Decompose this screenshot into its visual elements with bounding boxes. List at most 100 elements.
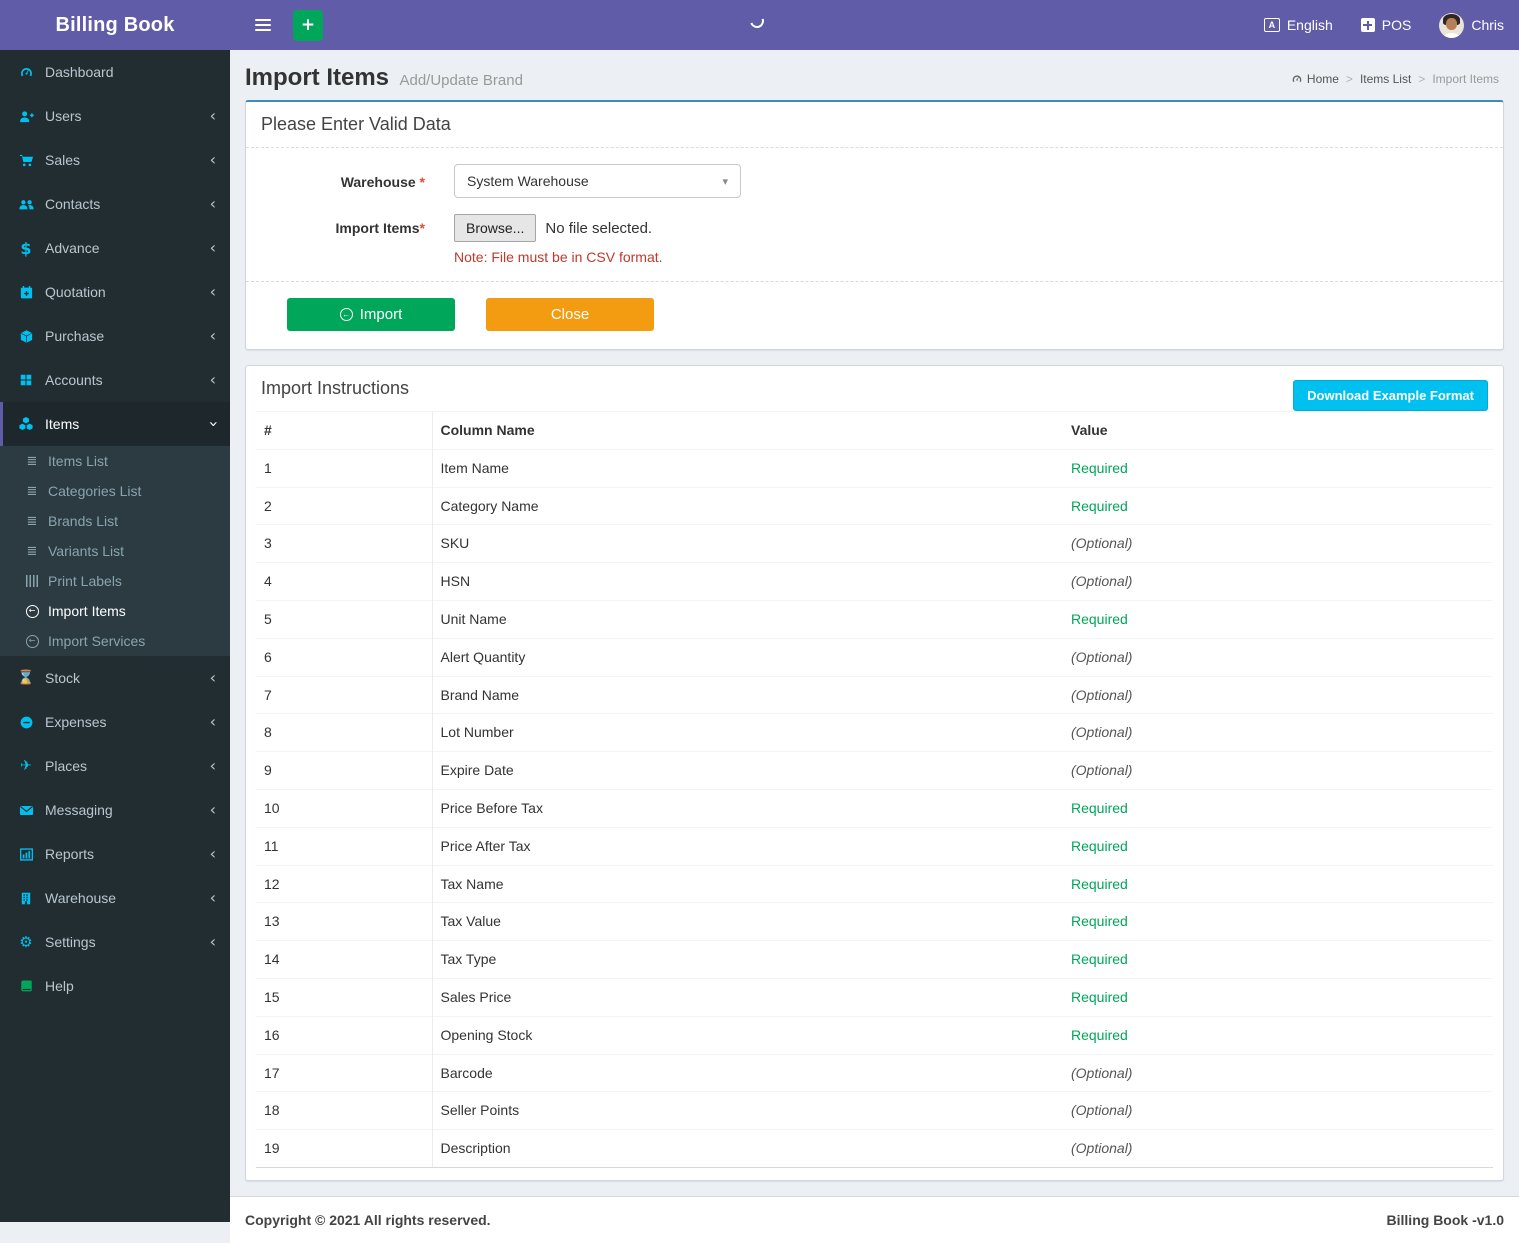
content-header: Import Items Add/Update Brand Home > Ite…	[230, 50, 1519, 92]
table-row: 16Opening StockRequired	[256, 1016, 1493, 1054]
warehouse-field-row: Warehouse * System Warehouse ▾	[246, 164, 1503, 198]
sidebar-item-import-services[interactable]: ← Import Services	[0, 626, 230, 656]
sidebar-item-advance[interactable]: $ Advance ‹	[0, 226, 230, 270]
import-form-panel: Please Enter Valid Data Warehouse * Syst…	[245, 100, 1504, 350]
instructions-table: # Column Name Value 1Item NameRequired 2…	[256, 411, 1493, 1168]
home-gauge-icon	[1291, 73, 1303, 85]
avatar	[1439, 13, 1464, 38]
quick-add-button[interactable]: +	[293, 10, 323, 41]
list-icon: ≣	[22, 514, 42, 529]
sidebar-item-items-list[interactable]: ≣ Items List	[0, 446, 230, 476]
import-file-row: Import Items* Browse... No file selected…	[246, 214, 1503, 265]
breadcrumb-items-list[interactable]: Items List	[1360, 72, 1411, 86]
table-row: 5Unit NameRequired	[256, 600, 1493, 638]
sidebar-item-import-items[interactable]: ← Import Items	[0, 596, 230, 626]
cube-icon	[15, 329, 37, 344]
grid-icon	[15, 373, 37, 387]
close-button[interactable]: Close	[486, 298, 654, 331]
sidebar-item-label: Places	[45, 758, 87, 774]
sidebar-item-categories-list[interactable]: ≣ Categories List	[0, 476, 230, 506]
import-button[interactable]: ← Import	[287, 298, 455, 331]
sidebar-item-settings[interactable]: ⚙ Settings ‹	[0, 920, 230, 964]
browse-file-button[interactable]: Browse...	[454, 214, 536, 242]
sidebar-item-messaging[interactable]: Messaging ‹	[0, 788, 230, 832]
sidebar-item-label: Settings	[45, 934, 96, 950]
sidebar-item-warehouse[interactable]: Warehouse ‹	[0, 876, 230, 920]
breadcrumb-home[interactable]: Home	[1291, 72, 1339, 86]
value-badge: (Optional)	[1063, 752, 1493, 790]
cart-icon	[15, 153, 37, 168]
table-row: 14Tax TypeRequired	[256, 941, 1493, 979]
arrow-circle-icon: ←	[340, 308, 353, 321]
footer: Copyright © 2021 All rights reserved. Bi…	[230, 1196, 1519, 1243]
sidebar-item-reports[interactable]: Reports ‹	[0, 832, 230, 876]
hourglass-icon: ⌛	[15, 670, 37, 686]
download-example-format-button[interactable]: Download Example Format	[1293, 380, 1488, 411]
sidebar-item-expenses[interactable]: Expenses ‹	[0, 700, 230, 744]
arrow-circle-icon: ←	[22, 635, 42, 648]
warehouse-select[interactable]: System Warehouse ▾	[454, 164, 741, 198]
sidebar-toggle-button[interactable]	[245, 0, 285, 50]
sidebar-item-brands-list[interactable]: ≣ Brands List	[0, 506, 230, 536]
table-row: 10Price Before TaxRequired	[256, 789, 1493, 827]
sidebar-item-accounts[interactable]: Accounts ‹	[0, 358, 230, 402]
value-badge: (Optional)	[1063, 1092, 1493, 1130]
sidebar-item-help[interactable]: Help	[0, 964, 230, 1008]
sidebar-item-users[interactable]: Users ‹	[0, 94, 230, 138]
sidebar-item-items[interactable]: Items ‹	[0, 402, 230, 446]
table-row: 19Description(Optional)	[256, 1130, 1493, 1168]
table-row: 17Barcode(Optional)	[256, 1054, 1493, 1092]
column-header-value[interactable]: Value	[1063, 412, 1493, 450]
table-row: 18Seller Points(Optional)	[256, 1092, 1493, 1130]
page-subtitle: Add/Update Brand	[399, 72, 522, 89]
list-icon: ≣	[22, 454, 42, 469]
chevron-left-icon: ‹	[210, 934, 216, 950]
sidebar-item-label: Reports	[45, 846, 94, 862]
table-row: 15Sales PriceRequired	[256, 978, 1493, 1016]
value-badge: Required	[1063, 789, 1493, 827]
sidebar-item-sales[interactable]: Sales ‹	[0, 138, 230, 182]
envelope-icon	[15, 803, 37, 818]
sidebar-item-label: Print Labels	[48, 573, 122, 589]
cubes-icon	[15, 416, 37, 432]
sidebar-item-label: Quotation	[45, 284, 106, 300]
app-logo[interactable]: Billing Book	[0, 0, 230, 50]
sidebar-item-dashboard[interactable]: Dashboard	[0, 50, 230, 94]
building-icon	[15, 891, 37, 906]
table-header-row: # Column Name Value	[256, 412, 1493, 450]
sidebar-item-contacts[interactable]: Contacts ‹	[0, 182, 230, 226]
sidebar-item-stock[interactable]: ⌛ Stock ‹	[0, 656, 230, 700]
sidebar-item-print-labels[interactable]: Print Labels	[0, 566, 230, 596]
language-menu[interactable]: A English	[1264, 17, 1333, 33]
column-header-num[interactable]: #	[256, 412, 432, 450]
caret-down-icon: ▾	[722, 175, 728, 188]
column-header-name[interactable]: Column Name	[432, 412, 1063, 450]
gauge-icon	[15, 65, 37, 80]
table-row: 11Price After TaxRequired	[256, 827, 1493, 865]
sidebar-item-purchase[interactable]: Purchase ‹	[0, 314, 230, 358]
paper-plane-icon: ✈	[15, 758, 37, 774]
sidebar-item-label: Warehouse	[45, 890, 116, 906]
value-badge: (Optional)	[1063, 714, 1493, 752]
sidebar-item-places[interactable]: ✈ Places ‹	[0, 744, 230, 788]
pos-button[interactable]: POS	[1361, 17, 1412, 33]
value-badge: Required	[1063, 449, 1493, 487]
breadcrumb-current: Import Items	[1432, 72, 1499, 86]
table-row: 7Brand Name(Optional)	[256, 676, 1493, 714]
sidebar-item-variants-list[interactable]: ≣ Variants List	[0, 536, 230, 566]
loading-spinner-icon	[748, 12, 767, 31]
plus-square-icon	[1361, 18, 1375, 32]
calendar-plus-icon	[15, 285, 37, 300]
form-actions: ← Import Close	[246, 298, 1503, 349]
value-badge: Required	[1063, 865, 1493, 903]
sidebar-item-quotation[interactable]: Quotation ‹	[0, 270, 230, 314]
csv-note: Note: File must be in CSV format.	[454, 249, 663, 265]
language-label: English	[1287, 17, 1333, 33]
bar-chart-icon	[15, 847, 37, 862]
user-menu[interactable]: Chris	[1439, 13, 1504, 38]
sidebar-item-label: Help	[45, 978, 74, 994]
table-row: 2Category NameRequired	[256, 487, 1493, 525]
value-badge: (Optional)	[1063, 638, 1493, 676]
value-badge: Required	[1063, 1016, 1493, 1054]
required-asterisk: *	[420, 174, 425, 190]
